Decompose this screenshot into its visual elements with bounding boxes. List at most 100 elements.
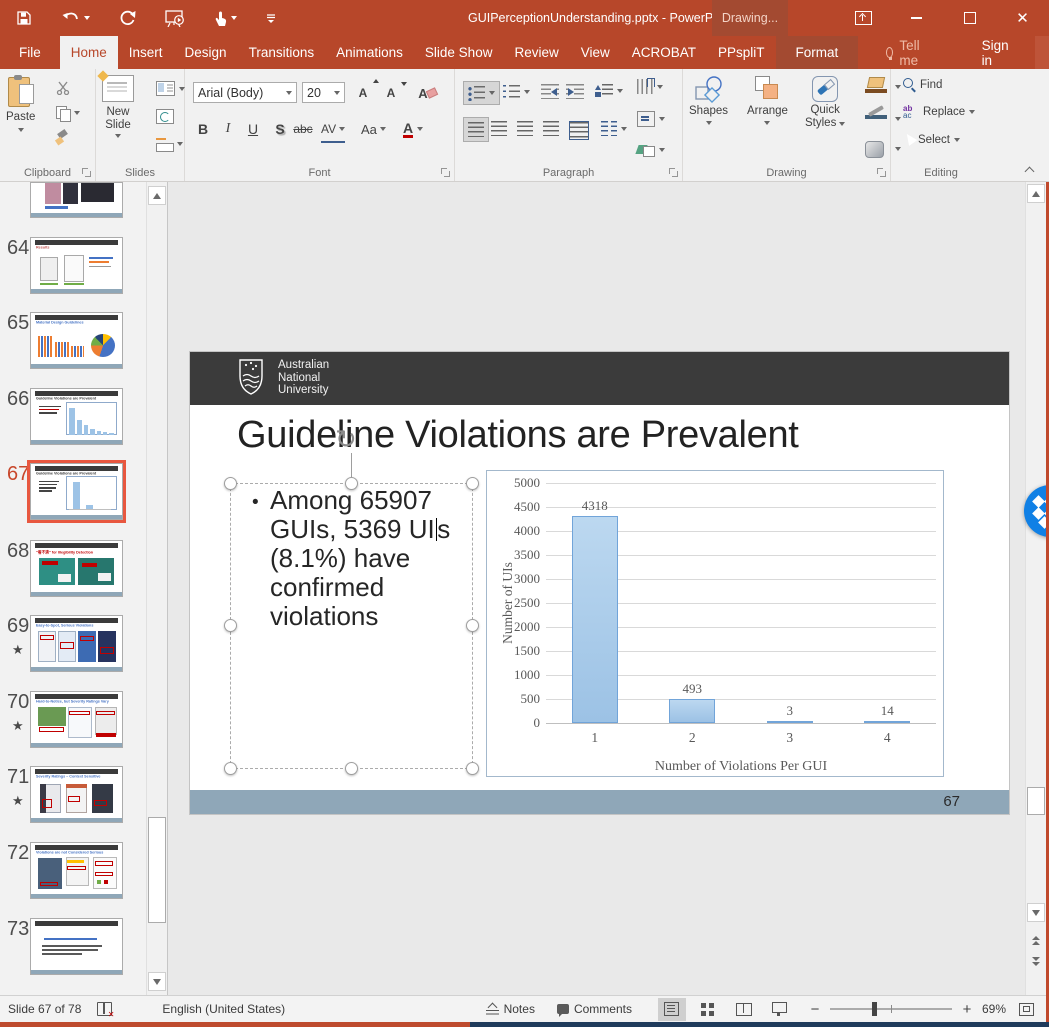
tell-me-box[interactable]: Tell me bbox=[876, 36, 933, 69]
thumbnail[interactable]: Results bbox=[30, 237, 123, 294]
quick-styles-button[interactable]: Quick Styles bbox=[805, 75, 845, 130]
italic-button[interactable]: I bbox=[218, 117, 238, 141]
tab-file[interactable]: File bbox=[0, 36, 60, 69]
thumbnail[interactable]: Violations are not Considered Serious bbox=[30, 842, 123, 899]
cut-button[interactable] bbox=[56, 81, 70, 95]
textbox-selection-outline[interactable]: ↻ bbox=[230, 483, 473, 769]
slide-sorter-view-button[interactable] bbox=[694, 998, 722, 1021]
replace-button[interactable]: abacReplace bbox=[903, 105, 975, 119]
thumbnail[interactable]: Easy-to-Spot, Serious Violations bbox=[30, 615, 123, 672]
thumbnail[interactable]: Material Design Guidelines bbox=[30, 312, 123, 369]
undo-button[interactable] bbox=[61, 11, 90, 26]
panel-scroll-up-button[interactable] bbox=[148, 186, 166, 205]
columns-button[interactable] bbox=[601, 121, 627, 136]
text-shadow-button[interactable]: S bbox=[270, 117, 290, 141]
sign-in-button[interactable]: Sign in bbox=[968, 36, 1023, 69]
character-spacing-button[interactable]: AV bbox=[321, 117, 345, 143]
ribbon-display-options-button[interactable] bbox=[837, 0, 890, 36]
font-dialog-launcher[interactable] bbox=[441, 168, 450, 177]
panel-scrollbar-thumb[interactable] bbox=[148, 817, 166, 923]
editor-scrollbar-thumb[interactable] bbox=[1027, 787, 1045, 815]
tab-design[interactable]: Design bbox=[174, 36, 238, 69]
notes-button[interactable]: Notes bbox=[486, 1002, 535, 1016]
align-text-button[interactable] bbox=[637, 111, 665, 127]
text-direction-button[interactable] bbox=[637, 79, 663, 94]
zoom-in-button[interactable]: + bbox=[960, 1001, 974, 1018]
tab-view[interactable]: View bbox=[570, 36, 621, 69]
arrange-button[interactable]: Arrange bbox=[747, 75, 788, 125]
resize-handle-top-right[interactable] bbox=[466, 477, 479, 490]
zoom-slider-thumb[interactable] bbox=[872, 1002, 877, 1016]
customize-quick-access-toolbar-button[interactable] bbox=[266, 12, 276, 24]
bullets-button[interactable] bbox=[463, 81, 500, 105]
tab-transitions[interactable]: Transitions bbox=[238, 36, 326, 69]
collapse-ribbon-button[interactable] bbox=[1025, 167, 1035, 173]
editor-scrollbar[interactable] bbox=[1025, 182, 1046, 995]
select-button[interactable]: Select bbox=[903, 133, 960, 146]
minimize-button[interactable] bbox=[890, 0, 943, 36]
distributed-button[interactable] bbox=[569, 121, 589, 140]
comments-button[interactable]: Comments bbox=[557, 1002, 632, 1016]
thumbnail[interactable]: Severity Ratings – Context Sensitive bbox=[30, 766, 123, 823]
slide-counter[interactable]: Slide 67 of 78 bbox=[8, 1002, 81, 1016]
tab-format[interactable]: Format bbox=[785, 36, 850, 69]
normal-view-button[interactable] bbox=[658, 998, 686, 1021]
shape-effects-button[interactable] bbox=[865, 141, 884, 158]
bar-chart[interactable]: Number of UIs Number of Violations Per G… bbox=[486, 470, 944, 777]
resize-handle-middle-right[interactable] bbox=[466, 619, 479, 632]
thumbnail[interactable] bbox=[30, 182, 123, 218]
slide-title[interactable]: Guideline Violations are Prevalent bbox=[237, 414, 799, 457]
reading-view-button[interactable] bbox=[730, 998, 758, 1021]
numbering-button[interactable] bbox=[503, 84, 530, 100]
zoom-level[interactable]: 69% bbox=[982, 1002, 1006, 1016]
redo-button[interactable] bbox=[119, 10, 136, 27]
touch-mode-dropdown-icon[interactable] bbox=[231, 16, 237, 20]
next-slide-button[interactable] bbox=[1029, 954, 1043, 968]
panel-scroll-down-button[interactable] bbox=[148, 972, 166, 991]
new-slide-button[interactable]: New Slide bbox=[102, 75, 134, 138]
copy-button[interactable] bbox=[56, 106, 80, 120]
zoom-slider[interactable] bbox=[830, 1008, 952, 1010]
align-right-button[interactable] bbox=[517, 121, 533, 136]
resize-handle-top-center[interactable] bbox=[345, 477, 358, 490]
align-left-button[interactable] bbox=[463, 117, 489, 142]
language-indicator[interactable]: English (United States) bbox=[162, 1002, 285, 1016]
zoom-out-button[interactable]: − bbox=[808, 1001, 822, 1018]
justify-button[interactable] bbox=[543, 121, 559, 136]
bold-button[interactable]: B bbox=[193, 117, 213, 141]
clipboard-dialog-launcher[interactable] bbox=[82, 168, 91, 177]
increase-font-size-button[interactable]: A bbox=[353, 81, 373, 105]
thumbnail[interactable]: Hard-to-Notice, but Severity Ratings Var… bbox=[30, 691, 123, 748]
previous-slide-button[interactable] bbox=[1029, 933, 1043, 947]
font-size-combo[interactable]: 20 bbox=[302, 82, 345, 103]
increase-indent-button[interactable] bbox=[566, 84, 584, 99]
shape-fill-button[interactable] bbox=[865, 77, 887, 93]
start-from-beginning-button[interactable] bbox=[165, 10, 185, 27]
close-button[interactable]: ✕ bbox=[996, 0, 1049, 36]
tab-home[interactable]: Home bbox=[60, 36, 118, 69]
editor-scroll-down-button[interactable] bbox=[1027, 903, 1045, 922]
thumbnail[interactable]: “看不清” for Illegibility Detection bbox=[30, 540, 123, 597]
editor-scroll-up-button[interactable] bbox=[1027, 184, 1045, 203]
reset-slide-button[interactable] bbox=[156, 109, 174, 124]
tab-ppsplit[interactable]: PPspliT bbox=[707, 36, 776, 69]
font-name-combo[interactable]: Arial (Body) bbox=[193, 82, 297, 103]
maximize-button[interactable] bbox=[943, 0, 996, 36]
touch-mouse-mode-button[interactable] bbox=[214, 10, 237, 27]
slide-layout-button[interactable] bbox=[156, 81, 185, 96]
save-button[interactable] bbox=[16, 10, 32, 26]
thumbnail[interactable]: Guideline Violations are Prevalent bbox=[30, 388, 123, 445]
font-color-button[interactable]: A bbox=[403, 117, 423, 141]
convert-to-smartart-button[interactable] bbox=[637, 143, 665, 157]
paste-button[interactable]: Paste bbox=[6, 75, 35, 132]
underline-button[interactable]: U bbox=[243, 117, 263, 141]
decrease-indent-button[interactable] bbox=[541, 84, 559, 99]
resize-handle-bottom-left[interactable] bbox=[224, 762, 237, 775]
tab-acrobat[interactable]: ACROBAT bbox=[621, 36, 707, 69]
find-button[interactable]: Find bbox=[903, 78, 942, 91]
tab-slide-show[interactable]: Slide Show bbox=[414, 36, 504, 69]
spell-check-icon[interactable] bbox=[97, 1002, 112, 1016]
format-painter-button[interactable] bbox=[56, 131, 70, 145]
slide-canvas[interactable]: Australian National University Guideline… bbox=[190, 352, 1009, 814]
shape-outline-button[interactable] bbox=[865, 109, 887, 119]
